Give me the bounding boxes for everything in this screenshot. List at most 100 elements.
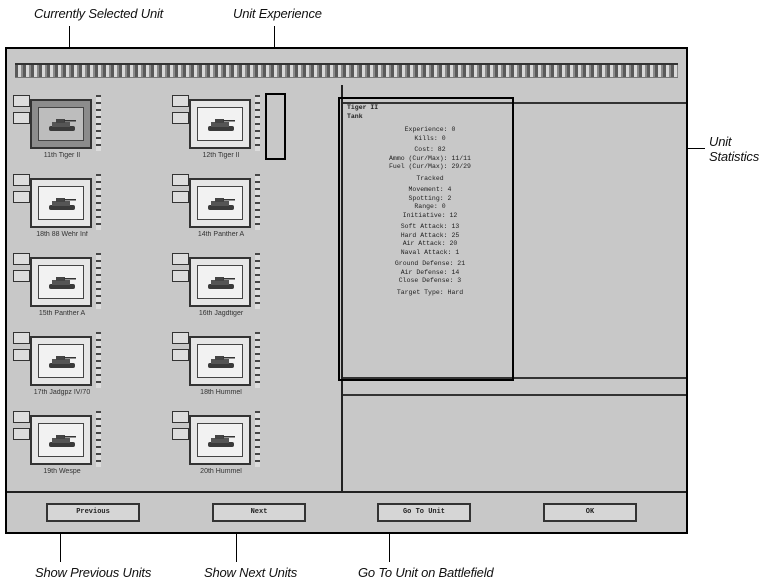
- unit-label: 14th Panther A: [197, 231, 245, 238]
- unit-label: 11th Tiger II: [43, 152, 81, 159]
- unit-roster-window: 11th Tiger II 12th Tiger II 18th 88 Wehr I…: [5, 47, 688, 534]
- unit-portrait[interactable]: [30, 257, 92, 307]
- unit-flag-icon[interactable]: [172, 332, 189, 344]
- unit-flag-icon[interactable]: [172, 174, 189, 186]
- stat-row: Kills: 0: [414, 134, 446, 142]
- unit-portrait[interactable]: [30, 415, 92, 465]
- unit-tile[interactable]: 18th 88 Wehr Inf: [13, 174, 103, 248]
- stats-divider: [343, 394, 686, 396]
- unit-flag-icon[interactable]: [13, 95, 30, 107]
- unit-info-button[interactable]: [13, 112, 30, 124]
- unit-portrait[interactable]: [30, 99, 92, 149]
- spiral-binding: [15, 63, 678, 78]
- unit-portrait-inner: [197, 423, 243, 457]
- tank-icon: [49, 277, 76, 289]
- unit-portrait[interactable]: [30, 336, 92, 386]
- experience-bar: [255, 174, 260, 230]
- stat-row: Cost: 82: [414, 146, 446, 153]
- tank-icon: [208, 119, 235, 131]
- stat-row: Experience: 0: [404, 126, 456, 133]
- go-to-unit-button[interactable]: Go To Unit: [377, 503, 471, 522]
- panel-divider: [341, 85, 343, 491]
- unit-portrait[interactable]: [30, 178, 92, 228]
- callout-show-next: Show Next Units: [204, 565, 298, 580]
- tank-icon: [208, 277, 235, 289]
- stat-row: Target Type: Hard: [396, 288, 464, 296]
- tank-icon: [49, 198, 76, 210]
- unit-flag-icon[interactable]: [13, 174, 30, 186]
- unit-info-button[interactable]: [13, 428, 30, 440]
- stat-row: Naval Attack: 1: [400, 248, 460, 256]
- unit-portrait-inner: [197, 186, 243, 220]
- stat-row: Spotting: 2: [408, 194, 452, 202]
- unit-tile[interactable]: 20th Hummel: [172, 411, 262, 485]
- stat-row: Range: 0: [414, 203, 446, 210]
- previous-button[interactable]: Previous: [46, 503, 140, 522]
- unit-label: 17th Jadgpz IV/70: [33, 389, 91, 396]
- unit-flag-icon[interactable]: [13, 253, 30, 265]
- unit-info-button[interactable]: [172, 270, 189, 282]
- tank-icon: [208, 198, 235, 210]
- unit-portrait-inner: [197, 265, 243, 299]
- unit-portrait[interactable]: [189, 336, 251, 386]
- tank-icon: [49, 119, 76, 131]
- stat-row: Soft Attack: 13: [400, 223, 460, 230]
- unit-flag-icon[interactable]: [172, 253, 189, 265]
- unit-portrait[interactable]: [189, 257, 251, 307]
- unit-info-button[interactable]: [172, 428, 189, 440]
- unit-portrait-inner: [38, 186, 84, 220]
- unit-flag-icon[interactable]: [13, 411, 30, 423]
- unit-tile[interactable]: 14th Panther A: [172, 174, 262, 248]
- unit-info-button[interactable]: [172, 112, 189, 124]
- unit-tile[interactable]: 15th Panther A: [13, 253, 103, 327]
- unit-portrait-inner: [197, 344, 243, 378]
- experience-bar: [96, 95, 101, 151]
- unit-info-button[interactable]: [13, 191, 30, 203]
- unit-info-button[interactable]: [13, 270, 30, 282]
- unit-portrait-inner: [38, 423, 84, 457]
- experience-bar: [255, 253, 260, 309]
- stat-row: Tracked: [416, 174, 444, 182]
- tank-icon: [49, 435, 76, 447]
- unit-portrait[interactable]: [189, 415, 251, 465]
- unit-tile[interactable]: 18th Hummel: [172, 332, 262, 406]
- tank-icon: [49, 356, 76, 368]
- callout-unit-experience: Unit Experience: [233, 6, 322, 21]
- unit-tile[interactable]: 16th Jagdtiger: [172, 253, 262, 327]
- unit-label: 16th Jagdtiger: [198, 310, 244, 317]
- stat-row: Air Defense: 14: [400, 268, 460, 276]
- unit-info-button[interactable]: [172, 349, 189, 361]
- unit-tile[interactable]: 19th Wespe: [13, 411, 103, 485]
- unit-portrait-inner: [38, 265, 84, 299]
- callout-go-to-unit: Go To Unit on Battlefield: [358, 565, 494, 580]
- ok-button[interactable]: OK: [543, 503, 637, 522]
- unit-portrait[interactable]: [189, 178, 251, 228]
- unit-tile[interactable]: 11th Tiger II: [13, 95, 103, 169]
- unit-flag-icon[interactable]: [13, 332, 30, 344]
- unit-class: Tank: [347, 112, 363, 120]
- unit-info-button[interactable]: [13, 349, 30, 361]
- unit-tile[interactable]: 17th Jadgpz IV/70: [13, 332, 103, 406]
- unit-portrait-inner: [38, 107, 84, 141]
- stat-row: Initiative: 12: [402, 211, 458, 219]
- unit-tile[interactable]: 12th Tiger II: [172, 95, 262, 169]
- unit-flag-icon[interactable]: [172, 411, 189, 423]
- unit-label: 19th Wespe: [43, 468, 81, 475]
- callout-show-previous: Show Previous Units: [35, 565, 152, 580]
- unit-name: Tiger II: [347, 104, 379, 111]
- stat-row: Ammo (Cur/Max): 11/11: [389, 154, 471, 162]
- unit-label: 20th Hummel: [200, 468, 242, 475]
- unit-portrait[interactable]: [189, 99, 251, 149]
- experience-bar: [96, 411, 101, 467]
- unit-label: 18th Hummel: [200, 389, 242, 396]
- unit-info-button[interactable]: [172, 191, 189, 203]
- stat-rows: Experience: 0 Kills: 0 Cost: 82 Ammo (Cur/M…: [347, 126, 513, 297]
- unit-label: 12th Tiger II: [202, 152, 240, 159]
- stat-row: Close Defense: 3: [398, 277, 462, 284]
- experience-bar: [96, 253, 101, 309]
- tank-icon: [208, 435, 235, 447]
- unit-flag-icon[interactable]: [172, 95, 189, 107]
- experience-bar: [96, 174, 101, 230]
- next-button[interactable]: Next: [212, 503, 306, 522]
- experience-bar: [255, 332, 260, 388]
